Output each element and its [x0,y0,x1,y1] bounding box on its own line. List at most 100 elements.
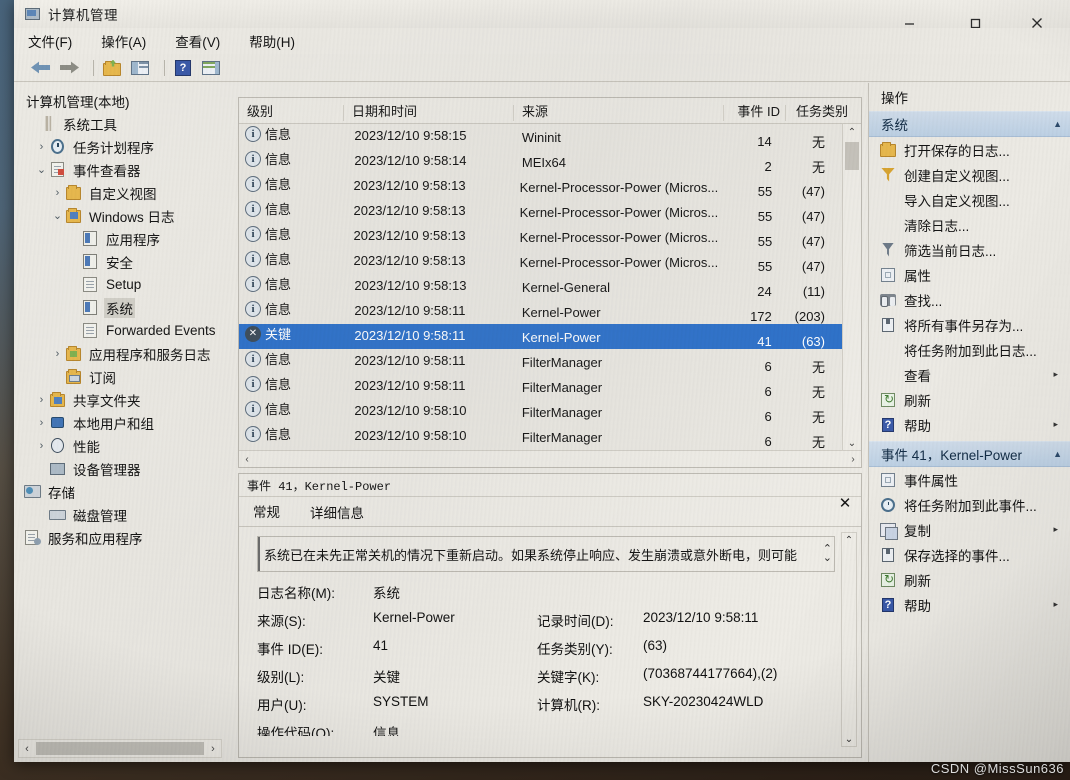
action-clear-log[interactable]: 清除日志... [869,212,1070,237]
submenu-arrow-icon[interactable]: ▸ [1053,599,1058,610]
action-save-all-events-as[interactable]: 将所有事件另存为... [869,312,1070,337]
action-event-properties[interactable]: 事件属性 [869,467,1070,492]
action-open-saved-log[interactable]: 打开保存的日志... [869,137,1070,162]
tree-root[interactable]: 计算机管理(本地) [20,89,228,112]
tree-item-local-users-groups[interactable]: › 本地用户和组 [20,411,228,434]
twisty[interactable]: › [34,440,49,452]
twisty[interactable]: › [34,394,49,406]
table-row[interactable]: i 信息 2023/12/10 9:58:14 MEIx64 2 无 [239,149,843,175]
table-row[interactable]: i 信息 2023/12/10 9:58:13 Kernel-General 24… [239,274,843,299]
chevron-up-icon[interactable]: ▲ [1053,119,1062,129]
tree-item-performance[interactable]: › 性能 [20,434,228,457]
table-row[interactable]: i 信息 2023/12/10 9:58:11 FilterManager 6 无 [239,349,843,375]
forward-arrow-icon[interactable] [58,58,80,78]
tree-horizontal-scrollbar[interactable]: ‹ › [18,739,222,758]
scroll-up-arrow[interactable]: ⌃ [843,124,861,140]
twisty[interactable]: ⌄ [34,163,49,176]
action-filter-current-log[interactable]: 筛选当前日志... [869,237,1070,262]
submenu-arrow-icon[interactable]: ▸ [1053,369,1058,380]
column-header-source[interactable]: 来源 [514,101,724,123]
event-message-box[interactable]: 系统已在未先正常关机的情况下重新启动。如果系统停止响应、发生崩溃或意外断电，则可… [257,536,835,572]
tree-item-application[interactable]: 应用程序 [20,227,228,250]
table-row[interactable]: i 信息 2023/12/10 9:58:13 Kernel-Processor-… [239,249,843,274]
tree-item-system-log[interactable]: 系统 [20,296,228,319]
action-refresh-event[interactable]: 刷新 [869,567,1070,592]
tree-item-shared-folders[interactable]: › 共享文件夹 [20,388,228,411]
back-arrow-icon[interactable] [30,58,52,78]
tree-item-system-tools[interactable]: 系统工具 [20,112,228,135]
twisty[interactable]: › [50,348,65,360]
table-row[interactable]: i 信息 2023/12/10 9:58:11 Kernel-Power 172 … [239,299,843,324]
scroll-down-arrow[interactable]: ⌄ [842,732,856,746]
menu-help[interactable]: 帮助(H) [249,31,295,51]
table-row[interactable]: i 信息 2023/12/10 9:58:13 Kernel-Processor-… [239,224,843,249]
tree-item-forwarded-events[interactable]: Forwarded Events [20,319,228,342]
tree-item-custom-views[interactable]: › 自定义视图 [20,181,228,204]
tree-item-security[interactable]: 安全 [20,250,228,273]
twisty[interactable]: › [34,417,49,429]
action-create-custom-view[interactable]: 创建自定义视图... [869,162,1070,187]
submenu-arrow-icon[interactable]: ▸ [1053,419,1058,430]
help-icon[interactable]: ? [172,58,194,78]
tree-item-subscriptions[interactable]: 订阅 [20,365,228,388]
submenu-arrow-icon[interactable]: ▸ [1053,524,1058,535]
scroll-right-arrow[interactable]: › [205,743,221,755]
scroll-thumb[interactable] [845,142,859,170]
tree-item-task-scheduler[interactable]: › 任务计划程序 [20,135,228,158]
scroll-left-arrow[interactable]: ‹ [19,743,35,755]
action-import-custom-view[interactable]: 导入自定义视图... [869,187,1070,212]
event-list-horizontal-scrollbar[interactable]: ‹ › [239,450,861,467]
tree-item-device-manager[interactable]: 设备管理器 [20,457,228,480]
show-action-pane-icon[interactable] [200,58,222,78]
event-list-vertical-scrollbar[interactable]: ⌃ ⌄ [842,124,861,451]
table-row[interactable]: i 信息 2023/12/10 9:58:15 Wininit 14 无 [239,124,843,150]
actions-group-event[interactable]: 事件 41，Kernel-Power ▲ [869,441,1070,467]
table-row[interactable]: i 信息 2023/12/10 9:58:13 Kernel-Processor-… [239,174,843,199]
menu-view[interactable]: 查看(V) [175,31,220,51]
action-attach-task-to-event[interactable]: 将任务附加到此事件... [869,492,1070,517]
action-attach-task-to-log[interactable]: 将任务附加到此日志... [869,337,1070,362]
action-view[interactable]: 查看 ▸ [869,362,1070,387]
menu-action[interactable]: 操作(A) [101,31,146,51]
menu-file[interactable]: 文件(F) [28,31,72,51]
action-save-selected-events[interactable]: 保存选择的事件... [869,542,1070,567]
tree-item-disk-management[interactable]: 磁盘管理 [20,503,228,526]
tree-item-setup[interactable]: Setup [20,273,228,296]
tree-item-apps-services-logs[interactable]: › 应用程序和服务日志 [20,342,228,365]
twisty[interactable]: › [50,187,65,199]
tree-item-windows-logs[interactable]: ⌄ Windows 日志 [20,204,228,227]
action-help-event[interactable]: ? 帮助 ▸ [869,592,1070,617]
actions-group-system[interactable]: 系统 ▲ [869,111,1070,137]
action-copy[interactable]: 复制 ▸ [869,517,1070,542]
action-help[interactable]: ? 帮助 ▸ [869,412,1070,437]
table-row[interactable]: i 信息 2023/12/10 9:58:11 FilterManager 6 无 [239,374,843,400]
action-find[interactable]: 查找... [869,287,1070,312]
tab-details[interactable]: 详细信息 [310,502,364,524]
column-header-datetime[interactable]: 日期和时间 [344,101,514,123]
table-row[interactable]: i信息 2023/12/10 9:58:10 FilterManager 6 无 [239,399,843,425]
scroll-down-arrow[interactable]: ⌄ [843,435,861,451]
message-scroll-arrows[interactable]: ⌃ ⌄ [823,544,832,564]
twisty[interactable]: ⌄ [50,209,65,222]
tree-item-storage[interactable]: 存储 [20,480,228,503]
scroll-left-arrow[interactable]: ‹ [239,454,255,465]
scroll-up-arrow[interactable]: ⌃ [842,533,856,547]
column-header-level[interactable]: 级别 [239,101,344,123]
column-header-task-category[interactable]: 任务类别 [786,101,852,123]
column-header-event-id[interactable]: 事件 ID [724,101,786,123]
tree-item-event-viewer[interactable]: ⌄ 事件查看器 [20,158,228,181]
action-refresh[interactable]: 刷新 [869,387,1070,412]
up-folder-icon[interactable] [101,58,123,78]
table-row[interactable]: i 信息 2023/12/10 9:58:13 Kernel-Processor-… [239,199,843,224]
scroll-right-arrow[interactable]: › [845,454,861,465]
tab-general[interactable]: 常规 [253,501,280,525]
tree-item-services-apps[interactable]: 服务和应用程序 [20,526,228,549]
twisty[interactable]: › [34,141,49,153]
table-row-selected[interactable]: ✕ 关键 2023/12/10 9:58:11 Kernel-Power 41 (… [239,324,843,349]
scroll-down-arrow[interactable]: ⌄ [823,553,832,564]
show-hide-tree-icon[interactable] [129,58,151,78]
table-row[interactable]: i信息 2023/12/10 9:58:10 FilterManager 6 无 [239,424,843,450]
scroll-thumb[interactable] [36,742,204,755]
action-properties[interactable]: 属性 [869,262,1070,287]
chevron-up-icon[interactable]: ▲ [1053,449,1062,459]
